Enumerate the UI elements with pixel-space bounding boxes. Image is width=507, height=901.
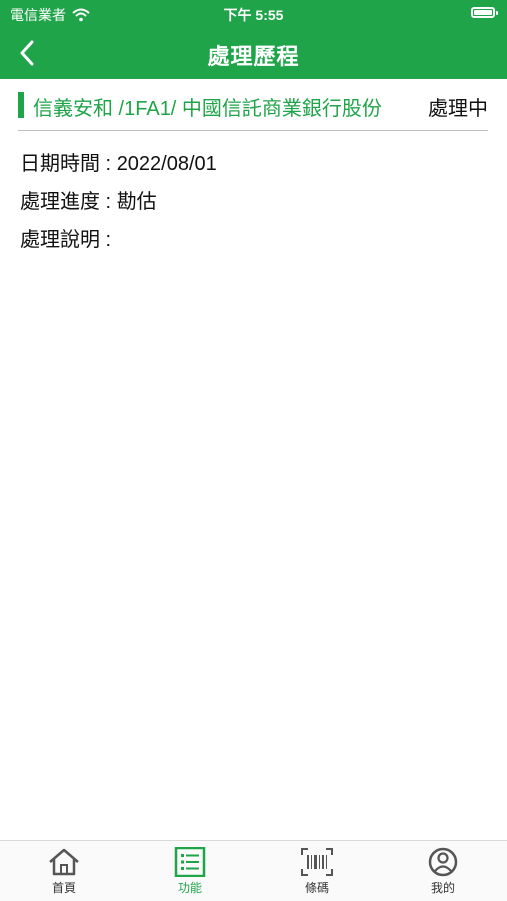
tab-functions-label: 功能 bbox=[177, 881, 202, 895]
status-badge: 處理中 bbox=[428, 98, 488, 120]
battery-icon bbox=[471, 7, 498, 18]
tab-barcode-label: 條碼 bbox=[304, 881, 329, 895]
progress-row: 處理進度 : 勘估 bbox=[20, 183, 217, 221]
divider bbox=[18, 130, 488, 131]
tab-home[interactable]: 首頁 bbox=[24, 847, 104, 896]
home-icon bbox=[49, 848, 79, 876]
progress-label: 處理進度 : bbox=[20, 191, 112, 213]
list-icon bbox=[174, 847, 206, 877]
record-header: 信義安和 /1FA1/ 中國信託商業銀行股份 處理中 bbox=[18, 88, 488, 122]
tab-barcode[interactable]: 條碼 bbox=[277, 847, 357, 896]
date-label: 日期時間 : bbox=[20, 153, 112, 175]
date-value: 2022/08/01 bbox=[116, 153, 217, 175]
tab-profile[interactable]: 我的 bbox=[403, 847, 483, 896]
date-row: 日期時間 : 2022/08/01 bbox=[20, 145, 217, 183]
record-details: 日期時間 : 2022/08/01 處理進度 : 勘估 處理說明 : bbox=[20, 145, 217, 259]
tab-functions[interactable]: 功能 bbox=[150, 847, 230, 896]
user-icon bbox=[428, 847, 458, 877]
status-time: 下午 5:55 bbox=[223, 7, 284, 23]
status-bar: 電信業者 下午 5:55 bbox=[0, 0, 507, 28]
note-row: 處理說明 : bbox=[20, 221, 217, 259]
barcode-icon bbox=[301, 848, 333, 876]
case-title: 信義安和 /1FA1/ 中國信託商業銀行股份 bbox=[33, 98, 382, 120]
progress-value: 勘估 bbox=[116, 191, 157, 213]
note-label: 處理說明 : bbox=[20, 229, 112, 251]
tab-profile-label: 我的 bbox=[430, 881, 455, 895]
accent-bar bbox=[18, 92, 24, 118]
top-bar: 電信業者 下午 5:55 處理歷程 bbox=[0, 0, 507, 79]
tab-bar: 首頁 功能 條碼 我的 bbox=[0, 840, 507, 901]
tab-home-label: 首頁 bbox=[51, 881, 76, 895]
page-title: 處理歷程 bbox=[207, 44, 300, 69]
nav-bar: 處理歷程 bbox=[0, 28, 507, 79]
